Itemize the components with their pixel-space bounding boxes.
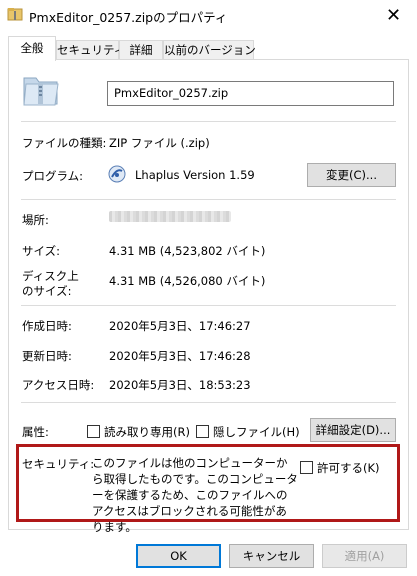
- lhaplus-app-icon: [108, 165, 126, 183]
- window-title: PmxEditor_0257.zipのプロパティ: [29, 10, 228, 25]
- unblock-checkbox[interactable]: [300, 461, 313, 474]
- unblock-label[interactable]: 許可する(K): [317, 460, 380, 476]
- security-label: セキュリティ:: [22, 457, 95, 471]
- apply-button[interactable]: 適用(A): [322, 544, 407, 568]
- hidden-label[interactable]: 隠しファイル(H): [213, 424, 300, 440]
- modified-value: 2020年5月3日、17:46:28: [109, 349, 251, 363]
- security-warning-text: このファイルは他のコンピューターから取得したものです。このコンピューターを保護す…: [92, 456, 298, 534]
- type-label: ファイルの種類:: [22, 136, 107, 150]
- hidden-checkbox[interactable]: [196, 425, 209, 438]
- location-label: 場所:: [22, 213, 49, 227]
- type-value: ZIP ファイル (.zip): [109, 136, 210, 150]
- size-label: サイズ:: [22, 244, 61, 258]
- divider: [21, 199, 396, 200]
- tab-security[interactable]: セキュリティ: [56, 40, 125, 60]
- ok-button[interactable]: OK: [136, 544, 221, 568]
- divider: [21, 402, 396, 403]
- program-value: Lhaplus Version 1.59: [135, 168, 255, 182]
- title-bar: PmxEditor_0257.zipのプロパティ ✕: [0, 0, 417, 31]
- zip-file-icon: [7, 6, 23, 22]
- tab-strip: 全般 セキュリティ 詳細 以前のバージョン: [0, 36, 417, 61]
- disk-size-label-line2: のサイズ:: [22, 284, 72, 298]
- advanced-attributes-button[interactable]: 詳細設定(D)...: [310, 418, 396, 442]
- divider: [21, 121, 396, 122]
- cancel-button[interactable]: キャンセル: [229, 544, 314, 568]
- created-value: 2020年5月3日、17:46:27: [109, 319, 251, 333]
- created-label: 作成日時:: [22, 319, 72, 333]
- change-program-button[interactable]: 変更(C)...: [307, 163, 396, 187]
- accessed-value: 2020年5月3日、18:53:23: [109, 378, 251, 392]
- modified-label: 更新日時:: [22, 349, 72, 363]
- close-button[interactable]: ✕: [370, 0, 417, 31]
- tab-general[interactable]: 全般: [8, 36, 56, 61]
- divider: [21, 305, 396, 306]
- program-label: プログラム:: [22, 169, 84, 183]
- accessed-label: アクセス日時:: [22, 378, 95, 392]
- attributes-label: 属性:: [22, 425, 49, 439]
- readonly-label[interactable]: 読み取り専用(R): [104, 424, 190, 440]
- file-name-input[interactable]: PmxEditor_0257.zip: [107, 81, 394, 106]
- disk-size-label-line1: ディスク上: [22, 269, 79, 283]
- zip-folder-icon: [21, 70, 61, 110]
- tab-details[interactable]: 詳細: [119, 40, 163, 60]
- size-value: 4.31 MB (4,523,802 バイト): [109, 244, 266, 258]
- disk-size-value: 4.31 MB (4,526,080 バイト): [109, 274, 266, 288]
- tab-previous-versions[interactable]: 以前のバージョン: [163, 40, 256, 60]
- location-value-redacted: [109, 211, 231, 222]
- readonly-checkbox[interactable]: [87, 425, 100, 438]
